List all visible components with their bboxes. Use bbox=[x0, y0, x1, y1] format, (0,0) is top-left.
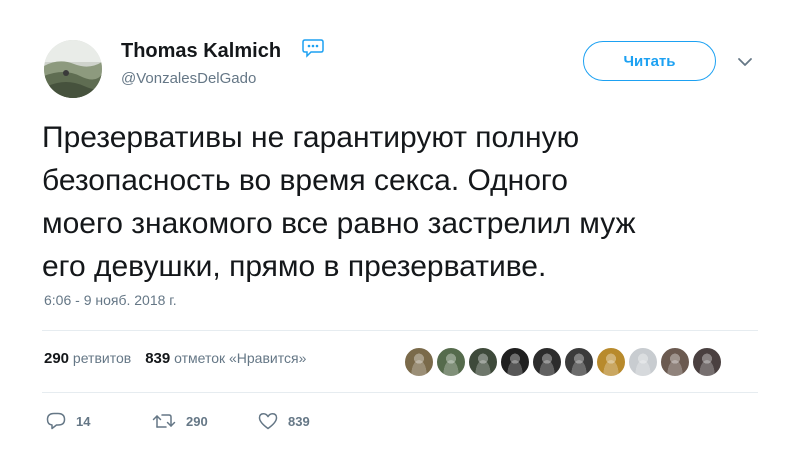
liker-avatar[interactable] bbox=[500, 347, 530, 377]
retweet-count: 290 bbox=[186, 413, 208, 429]
liker-avatar[interactable] bbox=[564, 347, 594, 377]
heart-icon bbox=[258, 413, 278, 430]
avatar[interactable] bbox=[44, 40, 102, 98]
liker-avatar[interactable] bbox=[596, 347, 626, 377]
like-count: 839 bbox=[288, 413, 310, 429]
liker-avatar[interactable] bbox=[628, 347, 658, 377]
liker-avatar[interactable] bbox=[468, 347, 498, 377]
retweets-count: 290 bbox=[44, 350, 70, 367]
tweet-timestamp[interactable]: 6:06 - 9 нояб. 2018 г. bbox=[44, 292, 177, 308]
liker-avatar[interactable] bbox=[532, 347, 562, 377]
retweet-icon bbox=[152, 414, 176, 428]
speech-bubble-ellipsis-icon bbox=[302, 39, 324, 58]
retweets-label: ретвитов bbox=[72, 350, 132, 366]
retweets-stat[interactable]: 290 ретвитов bbox=[44, 350, 132, 367]
reply-action[interactable]: 14 bbox=[46, 410, 90, 432]
like-action[interactable]: 839 bbox=[258, 410, 310, 432]
tweet-text: Презервативы не гарантируют полную безоп… bbox=[42, 121, 636, 283]
divider bbox=[42, 392, 758, 393]
likes-stat[interactable]: 839 отметок «Нравится» bbox=[145, 350, 307, 367]
reply-icon bbox=[46, 412, 66, 430]
liker-avatar[interactable] bbox=[436, 347, 466, 377]
landscape-avatar bbox=[44, 40, 102, 98]
user-handle[interactable]: @VonzalesDelGado bbox=[121, 70, 256, 87]
liker-avatar[interactable] bbox=[692, 347, 722, 377]
likes-label: отметок «Нравится» bbox=[174, 350, 307, 366]
engagement-stats: 290 ретвитов 839 отметок «Нравится» bbox=[44, 350, 306, 367]
follow-button[interactable]: Читать bbox=[583, 41, 716, 81]
display-name[interactable]: Thomas Kalmich bbox=[121, 40, 281, 63]
retweet-action[interactable]: 290 bbox=[152, 410, 208, 432]
chevron-down-icon[interactable] bbox=[737, 56, 753, 68]
liker-avatars bbox=[404, 347, 734, 377]
reply-count: 14 bbox=[76, 413, 91, 429]
likes-count: 839 bbox=[145, 350, 171, 367]
liker-avatar[interactable] bbox=[660, 347, 690, 377]
divider bbox=[42, 330, 758, 331]
liker-avatar[interactable] bbox=[404, 347, 434, 377]
